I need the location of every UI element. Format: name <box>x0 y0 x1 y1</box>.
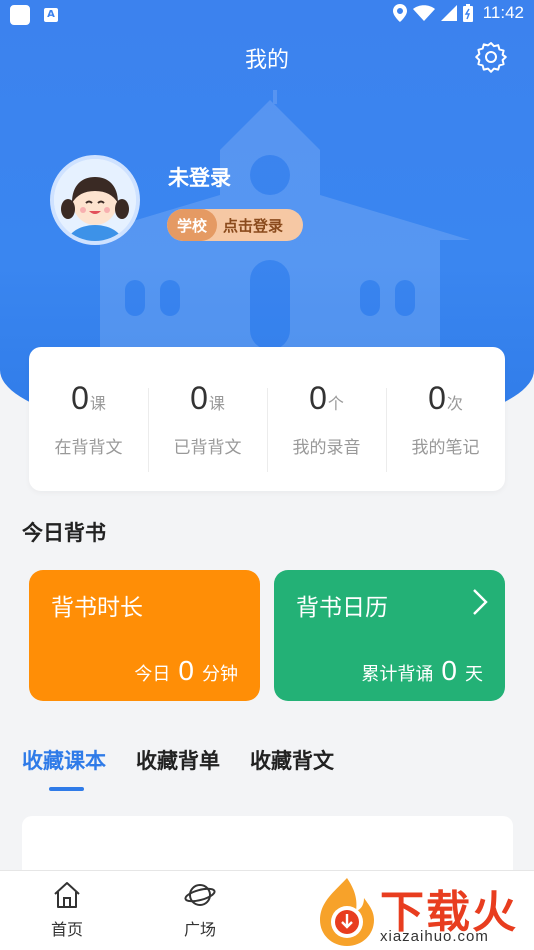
girl-avatar-icon <box>54 159 136 241</box>
stat-unit: 课 <box>208 394 225 413</box>
notification-a-icon: A <box>44 8 58 22</box>
stat-unit: 个 <box>327 394 344 413</box>
card-unit: 天 <box>465 664 483 685</box>
signal-icon <box>440 5 457 21</box>
username: 未登录 <box>168 166 231 190</box>
today-section-title: 今日背书 <box>22 521 106 545</box>
notification-square-icon <box>10 5 30 25</box>
chevron-right-icon <box>473 589 488 615</box>
nav-square[interactable]: 广场 <box>165 881 235 940</box>
settings-gear-icon[interactable] <box>474 40 508 74</box>
stat-recited-texts[interactable]: 0课 已背背文 <box>148 380 267 472</box>
duration-value: 0 <box>178 655 194 686</box>
nav-label: 广场 <box>183 920 216 939</box>
flame-logo-icon <box>320 878 374 946</box>
planet-icon <box>184 884 216 906</box>
battery-icon <box>462 4 473 22</box>
avatar[interactable] <box>50 155 140 245</box>
tab-favorite-lists[interactable]: 收藏背单 <box>136 745 220 775</box>
watermark: 下载火 xiazaihuo.com <box>314 876 534 950</box>
card-title: 背书时长 <box>51 595 143 621</box>
tab-favorite-textbooks[interactable]: 收藏课本 <box>22 745 106 775</box>
nav-label: 首页 <box>50 920 83 939</box>
stat-label: 已背背文 <box>173 438 242 458</box>
favorites-tabs: 收藏课本 收藏背单 收藏背文 <box>22 745 334 775</box>
tab-favorite-texts[interactable]: 收藏背文 <box>250 745 334 775</box>
status-time: 11:42 <box>482 3 524 22</box>
stat-value: 0 <box>309 380 327 416</box>
stat-value: 0 <box>428 380 446 416</box>
location-icon <box>392 4 407 22</box>
wifi-icon <box>412 5 435 21</box>
days-value: 0 <box>441 655 457 686</box>
active-tab-indicator <box>49 787 84 791</box>
card-prefix: 今日 <box>134 664 171 685</box>
stat-reciting-texts[interactable]: 0课 在背背文 <box>29 380 148 458</box>
stat-my-notes[interactable]: 0次 我的笔记 <box>386 380 505 472</box>
page-title: 我的 <box>244 48 289 73</box>
stat-value: 0 <box>71 380 89 416</box>
card-title: 背书日历 <box>296 595 388 621</box>
stat-my-recordings[interactable]: 0个 我的录音 <box>267 380 386 472</box>
stats-card: 0课 在背背文 0课 已背背文 0个 我的录音 0次 我的笔记 <box>29 347 505 491</box>
stat-label: 我的录音 <box>292 438 361 458</box>
stat-label: 我的笔记 <box>411 438 480 458</box>
status-bar: A 11:42 <box>0 0 534 30</box>
login-label: 点击登录 <box>223 216 284 235</box>
stat-unit: 次 <box>446 394 463 413</box>
recite-calendar-card[interactable]: 背书日历 累计背诵 0 天 <box>274 570 505 701</box>
card-unit: 分钟 <box>202 664 238 685</box>
stat-value: 0 <box>190 380 208 416</box>
watermark-url: xiazaihuo.com <box>380 928 489 945</box>
login-button[interactable]: 学校 点击登录 <box>167 209 303 241</box>
nav-home[interactable]: 首页 <box>32 881 102 940</box>
stat-label: 在背背文 <box>54 438 123 458</box>
card-prefix: 累计背诵 <box>361 664 434 685</box>
stat-unit: 课 <box>89 394 106 413</box>
school-badge: 学校 <box>167 209 217 241</box>
recite-duration-card[interactable]: 背书时长 今日 0 分钟 <box>29 570 260 701</box>
home-icon <box>54 882 80 908</box>
